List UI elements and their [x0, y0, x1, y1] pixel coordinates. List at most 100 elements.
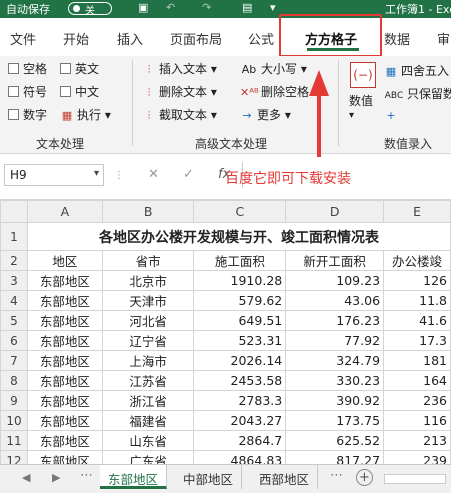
table-cell[interactable]: 649.51: [193, 310, 287, 331]
table-cell[interactable]: 浙江省: [101, 390, 195, 411]
row-header[interactable]: 7: [0, 350, 28, 371]
checkbox-chinese[interactable]: 中文: [60, 83, 99, 100]
table-cell[interactable]: 福建省: [101, 410, 195, 431]
customize-qat-icon[interactable]: ▾: [270, 1, 276, 14]
column-header-e[interactable]: E: [383, 200, 451, 223]
table-cell[interactable]: 广东省: [101, 450, 195, 464]
table-cell[interactable]: 523.31: [193, 330, 287, 351]
sheet-tab-east[interactable]: 东部地区: [100, 465, 168, 489]
table-cell[interactable]: 1910.28: [193, 270, 287, 291]
save-icon[interactable]: ▣: [138, 1, 148, 14]
table-cell[interactable]: 625.52: [285, 430, 385, 451]
checkbox-symbol[interactable]: 符号: [8, 83, 47, 100]
table-cell[interactable]: 181: [383, 350, 451, 371]
table-cell[interactable]: 东部地区: [26, 290, 103, 311]
table-cell[interactable]: 11.8: [383, 290, 451, 311]
column-header-b[interactable]: B: [101, 200, 195, 223]
tab-file[interactable]: 文件: [10, 29, 36, 48]
table-cell[interactable]: 东部地区: [26, 330, 103, 351]
keep-value-button[interactable]: ABC 只保留数: [384, 85, 451, 102]
extract-text-button[interactable]: ⫶ 截取文本 ▾: [142, 106, 217, 123]
table-cell[interactable]: 东部地区: [26, 390, 103, 411]
sheet-title-cell[interactable]: 各地区办公楼开发规模与开、竣工面积情况表: [26, 222, 451, 251]
clipboard-icon[interactable]: ▤: [242, 1, 252, 14]
table-cell[interactable]: 河北省: [101, 310, 195, 331]
tab-review[interactable]: 审阅: [437, 29, 451, 48]
row-header[interactable]: 6: [0, 330, 28, 351]
table-cell[interactable]: 176.23: [285, 310, 385, 331]
add-sheet-icon[interactable]: +: [356, 469, 373, 486]
more-numeric-button[interactable]: +: [384, 108, 401, 122]
row-header[interactable]: 8: [0, 370, 28, 391]
header-cell[interactable]: 新开工面积: [285, 250, 385, 271]
table-cell[interactable]: 天津市: [101, 290, 195, 311]
table-cell[interactable]: 上海市: [101, 350, 195, 371]
case-button[interactable]: Ab 大小写 ▾: [240, 60, 307, 77]
row-header[interactable]: 5: [0, 310, 28, 331]
row-header[interactable]: 9: [0, 390, 28, 411]
prev-sheet-icon[interactable]: ◀: [22, 471, 30, 484]
row-header[interactable]: 4: [0, 290, 28, 311]
table-cell[interactable]: 116: [383, 410, 451, 431]
table-cell[interactable]: 江苏省: [101, 370, 195, 391]
table-cell[interactable]: 2783.3: [193, 390, 287, 411]
next-sheet-icon[interactable]: ▶: [52, 471, 60, 484]
round-button[interactable]: ▦ 四舍五入: [384, 62, 449, 79]
cancel-icon[interactable]: ✕: [148, 167, 159, 182]
value-dropdown-icon[interactable]: ▾: [349, 110, 354, 121]
tab-page-layout[interactable]: 页面布局: [170, 29, 222, 48]
sheet-menu-icon[interactable]: ⋯: [80, 468, 93, 483]
header-cell[interactable]: 施工面积: [193, 250, 287, 271]
row-header[interactable]: 2: [0, 250, 28, 271]
undo-icon[interactable]: ↶: [166, 1, 175, 14]
value-icon[interactable]: (−): [350, 62, 376, 88]
sheet-menu-right-icon[interactable]: ⋯: [330, 468, 343, 483]
row-header[interactable]: 10: [0, 410, 28, 431]
table-cell[interactable]: 109.23: [285, 270, 385, 291]
table-cell[interactable]: 2864.7: [193, 430, 287, 451]
checkbox-number[interactable]: 数字: [8, 106, 47, 123]
column-header-d[interactable]: D: [285, 200, 385, 223]
table-cell[interactable]: 173.75: [285, 410, 385, 431]
horizontal-scrollbar[interactable]: [384, 474, 446, 484]
table-cell[interactable]: 北京市: [101, 270, 195, 291]
header-cell[interactable]: 省市: [101, 250, 195, 271]
header-cell[interactable]: 办公楼竣: [383, 250, 451, 271]
row-header[interactable]: 12: [0, 450, 28, 464]
value-button[interactable]: 数值: [349, 92, 373, 109]
column-header-c[interactable]: C: [193, 200, 287, 223]
sheet-tab-central[interactable]: 中部地区: [175, 465, 243, 489]
table-cell[interactable]: 4864.83: [193, 450, 287, 464]
table-cell[interactable]: 324.79: [285, 350, 385, 371]
insert-text-button[interactable]: ⫶ 插入文本 ▾: [142, 60, 217, 77]
table-cell[interactable]: 山东省: [101, 430, 195, 451]
table-cell[interactable]: 2026.14: [193, 350, 287, 371]
redo-icon[interactable]: ↷: [202, 1, 211, 14]
table-cell[interactable]: 43.06: [285, 290, 385, 311]
more-button[interactable]: → 更多 ▾: [240, 106, 290, 123]
table-cell[interactable]: 东部地区: [26, 350, 103, 371]
column-header-a[interactable]: A: [26, 200, 103, 223]
delete-text-button[interactable]: ⫶ 删除文本 ▾: [142, 83, 217, 100]
tab-formulas[interactable]: 公式: [248, 29, 274, 48]
autosave-toggle[interactable]: 关: [68, 2, 112, 17]
table-cell[interactable]: 77.92: [285, 330, 385, 351]
name-box[interactable]: H9 ▾: [4, 164, 104, 186]
tab-data[interactable]: 数据: [384, 29, 410, 48]
table-cell[interactable]: 17.3: [383, 330, 451, 351]
table-cell[interactable]: 东部地区: [26, 430, 103, 451]
table-cell[interactable]: 126: [383, 270, 451, 291]
table-cell[interactable]: 东部地区: [26, 450, 103, 464]
row-header[interactable]: 3: [0, 270, 28, 291]
table-cell[interactable]: 236: [383, 390, 451, 411]
table-cell[interactable]: 东部地区: [26, 310, 103, 331]
table-cell[interactable]: 辽宁省: [101, 330, 195, 351]
select-all-corner[interactable]: [0, 200, 28, 223]
checkbox-english[interactable]: 英文: [60, 60, 99, 77]
table-cell[interactable]: 817.27: [285, 450, 385, 464]
table-cell[interactable]: 164: [383, 370, 451, 391]
table-cell[interactable]: 239: [383, 450, 451, 464]
delete-space-button[interactable]: ✕ᴬᴮ 删除空格: [240, 83, 309, 100]
confirm-icon[interactable]: ✓: [183, 167, 194, 182]
table-cell[interactable]: 213: [383, 430, 451, 451]
